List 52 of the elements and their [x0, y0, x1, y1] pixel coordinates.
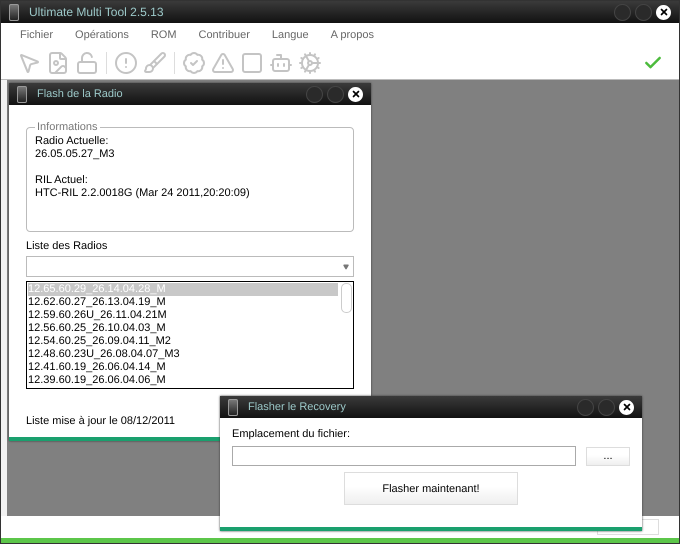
close-button[interactable]	[656, 4, 671, 20]
list-label: Liste des Radios	[26, 240, 108, 252]
menu-item[interactable]: ROM	[150, 29, 176, 41]
minimize-button[interactable]	[614, 4, 631, 20]
close-icon	[350, 89, 360, 99]
menu-item[interactable]: Fichier	[20, 29, 54, 41]
menu-item[interactable]: Contribuer	[198, 29, 250, 41]
close-button[interactable]	[619, 400, 634, 414]
minimize-button[interactable]	[577, 398, 594, 416]
unlock-icon[interactable]	[75, 51, 99, 75]
group-label: Informations	[36, 121, 99, 133]
pointer-icon[interactable]	[17, 51, 41, 75]
flash-button[interactable]: Flasher maintenant!	[344, 472, 518, 505]
phone-icon	[17, 86, 27, 102]
browse-button[interactable]: ...	[586, 446, 630, 466]
list-item[interactable]: 12.41.60.19_26.06.04.14_M	[28, 361, 338, 374]
phone-icon	[228, 398, 238, 416]
status-field	[597, 519, 659, 535]
square-icon[interactable]	[240, 51, 264, 75]
menu-item[interactable]: A propos	[330, 29, 374, 41]
menu-item[interactable]: Opérations	[75, 29, 129, 41]
dropdown-arrow-icon	[343, 264, 349, 270]
warning-icon[interactable]	[211, 51, 235, 75]
field-label: Emplacement du fichier:	[232, 428, 351, 440]
file-icon[interactable]	[46, 51, 70, 75]
info-text: HTC-RIL 2.2.0018G (Mar 24 2011,20:20:09)	[35, 187, 251, 200]
close-icon	[622, 402, 632, 412]
window-title: Flasher le Recovery	[248, 401, 347, 413]
list-item[interactable]: 12.39.60.19_26.06.04.06_M	[28, 374, 338, 387]
info-text: 26.05.05.27_M3	[35, 148, 116, 161]
window-title: Flash de la Radio	[37, 88, 124, 100]
brush-icon[interactable]	[143, 51, 167, 75]
window-title: Ultimate Multi Tool 2.5.13	[29, 5, 165, 19]
list-item[interactable]: 12.62.60.27_26.13.04.19_M	[28, 296, 338, 309]
info-text: Radio Actuelle:	[35, 135, 110, 148]
close-icon	[658, 7, 668, 17]
info-text: RIL Actuel:	[35, 174, 89, 187]
alert-icon[interactable]	[114, 51, 138, 75]
robot-icon[interactable]	[269, 51, 293, 75]
gear-icon[interactable]	[298, 51, 322, 75]
list-item[interactable]: 12.54.60.25_26.09.04.11_M2	[28, 335, 338, 348]
close-button[interactable]	[348, 86, 363, 102]
radio-dropdown[interactable]	[26, 256, 354, 277]
list-item[interactable]: 12.56.60.25_26.10.04.03_M	[28, 322, 338, 335]
minimize-button[interactable]	[306, 86, 323, 102]
file-path-field[interactable]	[232, 446, 576, 466]
list-item[interactable]: 12.59.60.26U_26.11.04.21M	[28, 309, 338, 322]
phone-icon	[9, 4, 19, 20]
menu-item[interactable]: Langue	[272, 29, 309, 41]
list-item[interactable]: 12.48.60.23U_26.08.04.07_M3	[28, 348, 338, 361]
update-date-text: Liste mise à jour le 08/12/2011	[26, 415, 176, 427]
badge-icon[interactable]	[182, 51, 206, 75]
